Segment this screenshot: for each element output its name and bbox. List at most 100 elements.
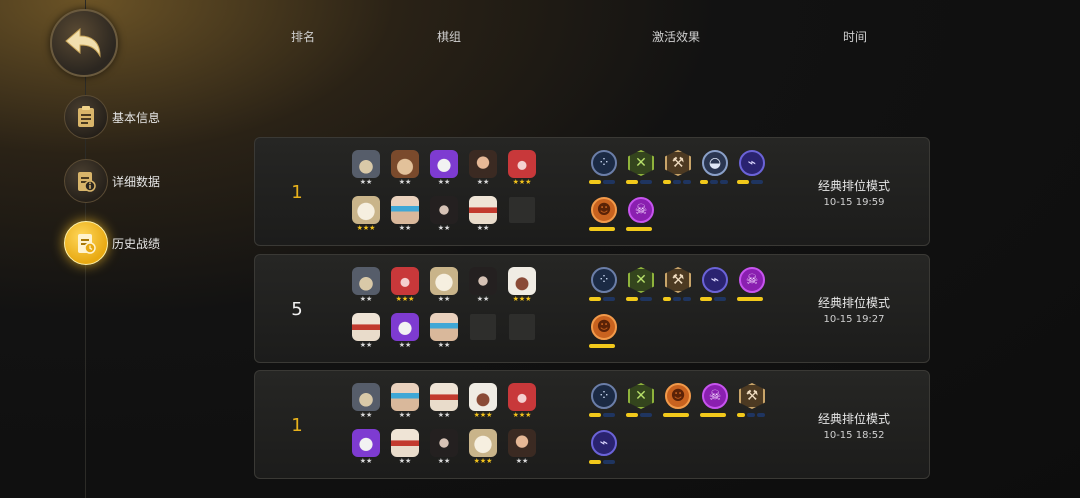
match-row[interactable]: 5 ★★ ★★★ ★★ ★★ ★★★ ★★ ★★ ★★ ⁘ ✕ ⚒ ⌁ ☠ ☻ 经典排位模式 10-15 19:…: [254, 254, 930, 363]
fish-bone-icon: ⌁: [702, 267, 728, 293]
nav-item-detail-data[interactable]: 详细数据: [64, 159, 160, 203]
empty-slot: [509, 314, 535, 340]
game-mode: 经典排位模式: [817, 296, 890, 310]
goggles-engineer-portrait: [391, 196, 419, 224]
trait: ⚒: [737, 383, 767, 423]
chess-piece: ★★★: [507, 267, 537, 307]
trait-progress-segment: [640, 180, 652, 184]
star-rating: ★★: [398, 411, 412, 419]
trait-progress-segment: [700, 413, 726, 417]
trait-progress-bar: [589, 180, 619, 184]
trait-progress-segment: [757, 413, 765, 417]
star-rating: ★★: [359, 411, 373, 419]
column-header-rank: 排名: [291, 30, 316, 44]
match-info: 经典排位模式 10-15 19:27: [799, 255, 909, 364]
trait-progress-bar: [700, 297, 730, 301]
trait-progress-segment: [683, 180, 691, 184]
red-beast-portrait: [508, 383, 536, 411]
dark-knight-portrait: [430, 429, 458, 457]
trait: ☻: [589, 314, 619, 354]
white-mage-portrait: [430, 267, 458, 295]
empty-slot: [509, 197, 535, 223]
trait-progress-bar: [700, 413, 730, 417]
trait-progress-segment: [751, 180, 763, 184]
star-rating: ★★★: [473, 457, 493, 465]
trait-progress-segment: [683, 297, 691, 301]
chess-piece: ★★: [429, 150, 459, 190]
trait-progress-segment: [747, 413, 755, 417]
hooded-assassin-portrait: [352, 267, 380, 295]
chess-piece: ★★: [468, 150, 498, 190]
trait-progress-bar: [589, 460, 619, 464]
red-mask-monk-portrait: [352, 313, 380, 341]
trait-progress-segment: [626, 413, 638, 417]
skull-icon: ☠: [739, 267, 765, 293]
match-time: 10-15 19:27: [823, 314, 885, 325]
nav-item-basic-info[interactable]: 基本信息: [64, 95, 160, 139]
chess-piece: ★★★: [390, 267, 420, 307]
cross-swords-icon: ✕: [628, 383, 654, 409]
history-record-icon: [64, 221, 108, 265]
clipboard-icon: [64, 95, 108, 139]
trait: ☠: [700, 383, 730, 423]
trait-progress-bar: [589, 297, 619, 301]
star-rating: ★★: [515, 457, 529, 465]
dwarf-warrior-portrait: [508, 429, 536, 457]
fish-bone-icon: ⌁: [739, 150, 765, 176]
trait-progress-segment: [589, 413, 601, 417]
nav-label-history-record: 历史战绩: [112, 236, 161, 251]
trait-progress-bar: [626, 180, 656, 184]
trait-progress-segment: [663, 180, 671, 184]
star-rating: ★★: [437, 411, 451, 419]
empty-piece-slot: [507, 313, 537, 353]
star-rating: ★★: [398, 224, 412, 232]
axe-icon: ⚒: [665, 267, 691, 293]
cross-swords-icon: ✕: [628, 267, 654, 293]
trait: ⁘: [589, 383, 619, 423]
trait: ☠: [626, 197, 656, 237]
match-row[interactable]: 1 ★★ ★★ ★★ ★★ ★★★ ★★★ ★★ ★★ ★★ ⁘ ✕ ⚒ ◒ ⌁ ☻ ☠ 经典排位模式 10-15 …: [254, 137, 930, 246]
star-rating: ★★★: [512, 295, 532, 303]
chess-piece: ★★: [390, 150, 420, 190]
red-beast-portrait: [391, 267, 419, 295]
trait-progress-segment: [673, 297, 681, 301]
trait-progress-bar: [737, 413, 767, 417]
trait: ⌁: [737, 150, 767, 190]
trait: ◒: [700, 150, 730, 190]
trait: ⁘: [589, 150, 619, 190]
trait-progress-segment: [640, 413, 652, 417]
trait-progress-bar: [663, 297, 693, 301]
demon-icon: ☻: [591, 197, 617, 223]
demon-icon: ☻: [665, 383, 691, 409]
back-button[interactable]: [50, 9, 118, 77]
trait-progress-segment: [603, 413, 615, 417]
paw-icon: ⁘: [591, 267, 617, 293]
star-rating: ★★★: [356, 224, 376, 232]
chess-piece: ★★: [351, 150, 381, 190]
column-header-time: 时间: [843, 30, 868, 44]
trait-progress-segment: [737, 297, 763, 301]
star-rating: ★★: [437, 341, 451, 349]
match-info: 经典排位模式 10-15 18:52: [799, 371, 909, 480]
trait-progress-segment: [603, 180, 615, 184]
skull-icon: ☠: [628, 197, 654, 223]
chess-piece: ★★: [390, 383, 420, 423]
match-row[interactable]: 1 ★★ ★★ ★★ ★★★ ★★★ ★★ ★★ ★★ ★★★ ★★ ⁘ ✕ ☻ ☠ ⚒ ⌁ 经典排位模式 10-1…: [254, 370, 930, 479]
red-mask-monk-portrait: [469, 196, 497, 224]
bear-warrior-portrait: [391, 150, 419, 178]
column-header-traits: 激活效果: [652, 30, 701, 44]
nav-label-detail-data: 详细数据: [112, 174, 161, 189]
chess-piece: ★★: [390, 429, 420, 469]
nav-item-history-record[interactable]: 历史战绩: [64, 221, 160, 265]
hooded-assassin-portrait: [352, 383, 380, 411]
skull-icon: ☠: [702, 383, 728, 409]
purple-ghost-portrait: [352, 429, 380, 457]
chess-piece: ★★★: [507, 150, 537, 190]
star-rating: ★★: [398, 178, 412, 186]
trait: ⚒: [663, 267, 693, 307]
trait-progress-bar: [626, 227, 656, 231]
star-rating: ★★★: [473, 411, 493, 419]
trait-progress-segment: [673, 180, 681, 184]
chess-piece: ★★: [351, 313, 381, 353]
trait-progress-segment: [700, 297, 712, 301]
